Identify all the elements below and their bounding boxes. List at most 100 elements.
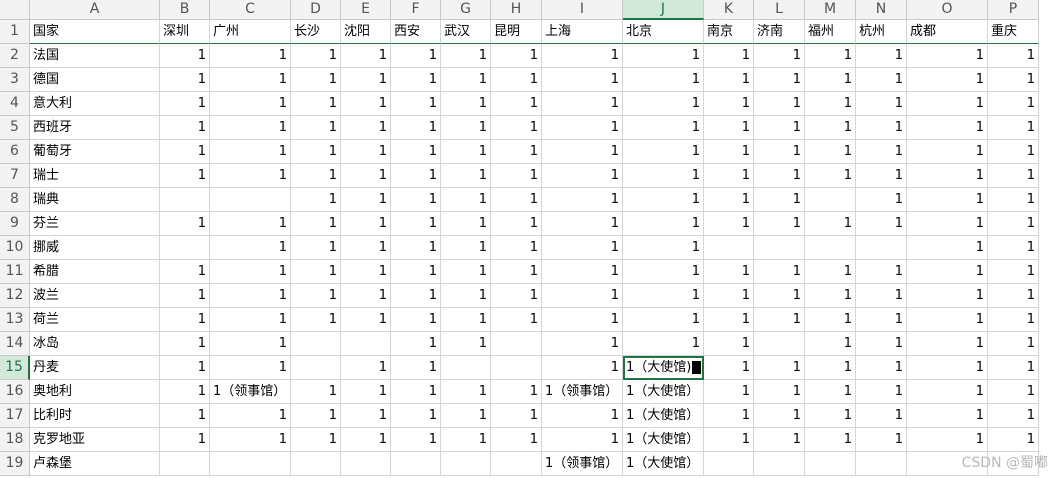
table-cell[interactable]: 1 <box>210 284 291 308</box>
table-cell[interactable]: 1 <box>805 380 856 404</box>
table-cell[interactable]: 1 <box>704 68 754 92</box>
table-cell[interactable]: 1 <box>704 356 754 380</box>
table-cell[interactable]: 1 <box>341 164 391 188</box>
table-cell[interactable]: 1 <box>754 404 805 428</box>
table-cell[interactable]: 1 <box>542 212 623 236</box>
table-cell[interactable]: 1 <box>988 428 1039 452</box>
table-cell[interactable]: 1 <box>391 308 441 332</box>
table-cell[interactable]: 1 <box>491 284 542 308</box>
table-cell[interactable]: 1 <box>341 140 391 164</box>
table-cell[interactable]: 1（领事馆） <box>542 452 623 476</box>
column-header-n[interactable]: N <box>856 0 907 20</box>
table-cell[interactable]: 1 <box>210 308 291 332</box>
table-cell[interactable]: 1 <box>391 356 441 380</box>
table-cell[interactable]: 1 <box>805 140 856 164</box>
table-cell[interactable]: 1 <box>491 68 542 92</box>
table-cell[interactable] <box>805 236 856 260</box>
table-cell[interactable]: 1 <box>491 404 542 428</box>
row-header-5[interactable]: 5 <box>0 116 30 140</box>
table-cell[interactable]: 1 <box>210 428 291 452</box>
table-cell[interactable]: 1 <box>704 188 754 212</box>
table-cell[interactable]: 1 <box>491 236 542 260</box>
table-cell[interactable]: 1 <box>542 140 623 164</box>
table-cell[interactable]: 1 <box>623 236 704 260</box>
table-cell[interactable]: 1（大使馆） <box>623 404 704 428</box>
table-cell[interactable]: 1 <box>291 380 341 404</box>
table-cell[interactable] <box>441 356 491 380</box>
table-cell[interactable]: 1 <box>856 116 907 140</box>
row-header-13[interactable]: 13 <box>0 308 30 332</box>
table-cell[interactable]: 1 <box>907 212 988 236</box>
table-cell[interactable]: 1 <box>160 380 210 404</box>
table-cell[interactable]: 1 <box>391 404 441 428</box>
table-cell[interactable]: 1 <box>988 212 1039 236</box>
table-cell[interactable] <box>907 452 988 476</box>
table-cell[interactable]: 1 <box>907 44 988 68</box>
header-cell-h[interactable]: 昆明 <box>491 20 542 44</box>
table-cell[interactable]: 1 <box>805 332 856 356</box>
row-header-2[interactable]: 2 <box>0 44 30 68</box>
column-header-c[interactable]: C <box>210 0 291 20</box>
table-cell[interactable] <box>441 452 491 476</box>
row-header-12[interactable]: 12 <box>0 284 30 308</box>
column-header-b[interactable]: B <box>160 0 210 20</box>
table-cell[interactable]: 1 <box>754 356 805 380</box>
table-cell[interactable]: 1 <box>341 188 391 212</box>
table-cell[interactable]: 1 <box>160 140 210 164</box>
column-header-l[interactable]: L <box>754 0 805 20</box>
row-header-10[interactable]: 10 <box>0 236 30 260</box>
table-cell[interactable]: 1 <box>210 212 291 236</box>
table-cell[interactable]: 1 <box>754 308 805 332</box>
table-cell[interactable] <box>805 188 856 212</box>
table-cell[interactable]: 意大利 <box>30 92 160 116</box>
row-header-17[interactable]: 17 <box>0 404 30 428</box>
table-cell[interactable]: 1 <box>491 164 542 188</box>
table-cell[interactable]: 冰岛 <box>30 332 160 356</box>
table-cell[interactable]: 瑞典 <box>30 188 160 212</box>
table-cell[interactable]: 1 <box>704 212 754 236</box>
table-cell[interactable] <box>391 452 441 476</box>
table-cell[interactable]: 1 <box>856 428 907 452</box>
table-cell[interactable]: 1 <box>391 260 441 284</box>
table-cell[interactable]: 1 <box>907 68 988 92</box>
table-cell[interactable]: 1 <box>907 356 988 380</box>
row-header-19[interactable]: 19 <box>0 452 30 476</box>
table-cell[interactable]: 1 <box>542 404 623 428</box>
table-cell[interactable]: 1 <box>160 404 210 428</box>
table-cell[interactable]: 1 <box>856 260 907 284</box>
table-cell[interactable]: 比利时 <box>30 404 160 428</box>
header-cell-j[interactable]: 北京 <box>623 20 704 44</box>
header-cell-k[interactable]: 南京 <box>704 20 754 44</box>
table-cell[interactable]: 1（领事馆） <box>542 380 623 404</box>
table-cell[interactable] <box>160 236 210 260</box>
active-cell[interactable]: 1（大使馆) <box>623 356 704 380</box>
table-cell[interactable]: 1 <box>441 308 491 332</box>
column-header-a[interactable]: A <box>30 0 160 20</box>
table-cell[interactable]: 1 <box>160 92 210 116</box>
table-cell[interactable]: 1 <box>988 92 1039 116</box>
table-cell[interactable] <box>704 452 754 476</box>
row-header-3[interactable]: 3 <box>0 68 30 92</box>
table-cell[interactable]: 1 <box>441 284 491 308</box>
table-cell[interactable]: 1 <box>988 404 1039 428</box>
table-cell[interactable]: 1 <box>623 116 704 140</box>
table-cell[interactable]: 1 <box>160 428 210 452</box>
table-cell[interactable] <box>291 332 341 356</box>
table-cell[interactable]: 1 <box>805 92 856 116</box>
table-cell[interactable]: 1 <box>341 92 391 116</box>
table-cell[interactable]: 1 <box>856 44 907 68</box>
table-cell[interactable] <box>160 188 210 212</box>
table-cell[interactable]: 1 <box>291 284 341 308</box>
header-cell-a[interactable]: 国家 <box>30 20 160 44</box>
table-cell[interactable]: 1 <box>907 308 988 332</box>
table-cell[interactable]: 1（大使馆） <box>623 428 704 452</box>
table-cell[interactable]: 1 <box>341 356 391 380</box>
column-header-k[interactable]: K <box>704 0 754 20</box>
table-cell[interactable] <box>754 236 805 260</box>
row-header-18[interactable]: 18 <box>0 428 30 452</box>
table-cell[interactable]: 1 <box>988 116 1039 140</box>
table-cell[interactable]: 1 <box>391 140 441 164</box>
table-cell[interactable]: 1 <box>341 116 391 140</box>
table-cell[interactable]: 1 <box>291 212 341 236</box>
table-cell[interactable]: 1 <box>291 44 341 68</box>
